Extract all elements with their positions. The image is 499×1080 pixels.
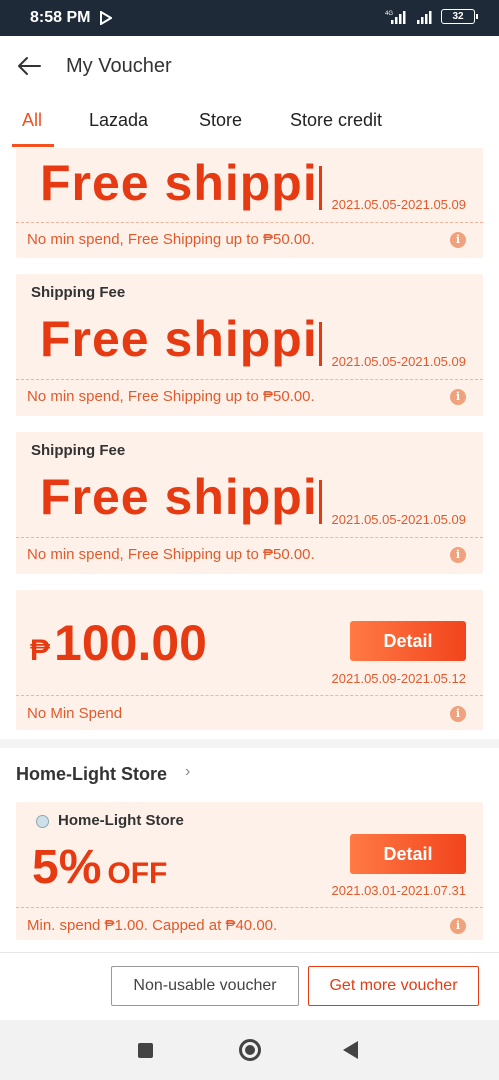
voucher-divider xyxy=(16,907,483,908)
voucher-card[interactable]: Shipping Fee Free shippi 2021.05.05-2021… xyxy=(16,274,483,416)
arrow-left-icon[interactable] xyxy=(14,50,46,82)
voucher-card[interactable]: Shipping Fee Free shippi 2021.05.05-2021… xyxy=(16,432,483,574)
battery-level: 32 xyxy=(452,11,464,22)
page-title: My Voucher xyxy=(66,55,172,77)
bottom-action-bar: Non-usable voucher Get more voucher xyxy=(0,952,499,1020)
voucher-tabs: All Lazada Store Store credit xyxy=(0,96,499,148)
voucher-card[interactable]: ₱100.00 Detail 2021.05.09-2021.05.12 No … xyxy=(16,590,483,730)
system-nav-bar xyxy=(0,1020,499,1080)
chevron-right-icon[interactable]: › xyxy=(185,763,190,781)
voucher-category: Shipping Fee xyxy=(31,284,126,301)
play-store-icon xyxy=(100,11,112,25)
detail-button[interactable]: Detail xyxy=(350,621,466,661)
voucher-divider xyxy=(16,379,483,380)
get-more-voucher-button[interactable]: Get more voucher xyxy=(308,966,479,1006)
voucher-amount: ₱100.00 xyxy=(30,614,207,672)
voucher-date: 2021.05.05-2021.05.09 xyxy=(331,197,466,212)
voucher-date: 2021.05.05-2021.05.09 xyxy=(331,354,466,369)
voucher-title: Free shippi xyxy=(40,155,318,211)
voucher-date: 2021.03.01-2021.07.31 xyxy=(331,883,466,898)
non-usable-voucher-button[interactable]: Non-usable voucher xyxy=(111,966,299,1006)
info-icon[interactable]: i xyxy=(450,389,466,405)
store-logo-icon xyxy=(36,815,49,828)
tab-lazada[interactable]: Lazada xyxy=(89,110,148,131)
network-label: 4G xyxy=(385,11,393,17)
tab-store-credit[interactable]: Store credit xyxy=(290,110,382,131)
home-icon[interactable] xyxy=(239,1039,261,1061)
discount-percent: 5% xyxy=(32,841,102,894)
voucher-description: No min spend, Free Shipping up to ₱50.00… xyxy=(27,388,315,405)
voucher-description: No min spend, Free Shipping up to ₱50.00… xyxy=(27,546,315,563)
voucher-date: 2021.05.09-2021.05.12 xyxy=(331,671,466,686)
amount-value: 100.00 xyxy=(54,615,207,671)
info-icon[interactable]: i xyxy=(450,918,466,934)
currency-symbol: ₱ xyxy=(30,634,51,667)
text-cursor xyxy=(319,480,322,524)
signal-4g-icon: 4G xyxy=(385,10,406,24)
text-cursor xyxy=(319,166,322,210)
voucher-card[interactable]: Free shippi 2021.05.05-2021.05.09 No min… xyxy=(16,148,483,258)
voucher-description: No min spend, Free Shipping up to ₱50.00… xyxy=(27,231,315,248)
store-name: Home-Light Store xyxy=(58,812,184,829)
discount-off: OFF xyxy=(107,857,168,890)
voucher-description: Min. spend ₱1.00. Capped at ₱40.00. xyxy=(27,917,278,934)
app-header: My Voucher xyxy=(0,36,499,96)
voucher-date: 2021.05.05-2021.05.09 xyxy=(331,512,466,527)
voucher-divider xyxy=(16,537,483,538)
store-voucher-card[interactable]: Home-Light Store 5% OFF Detail 2021.03.01… xyxy=(16,802,483,940)
discount-label: 5% OFF xyxy=(32,840,167,895)
battery-icon: 32 xyxy=(441,9,478,24)
detail-button[interactable]: Detail xyxy=(350,834,466,874)
signal-icon xyxy=(417,10,432,24)
voucher-divider xyxy=(16,222,483,223)
info-icon[interactable]: i xyxy=(450,547,466,563)
voucher-list[interactable]: Free shippi 2021.05.05-2021.05.09 No min… xyxy=(0,148,499,952)
tab-store[interactable]: Store xyxy=(199,110,242,131)
status-indicators: 4G 32 xyxy=(385,9,478,24)
status-time: 8:58 PM xyxy=(30,9,91,26)
voucher-title: Free shippi xyxy=(40,469,318,525)
voucher-category: Shipping Fee xyxy=(31,442,126,459)
section-separator xyxy=(0,739,499,748)
status-bar: 8:58 PM 4G 32 xyxy=(0,0,499,36)
voucher-description: No Min Spend xyxy=(27,705,123,722)
voucher-divider xyxy=(16,695,483,696)
text-cursor xyxy=(319,322,322,366)
store-heading[interactable]: Home-Light Store xyxy=(16,764,167,785)
recent-apps-icon[interactable] xyxy=(138,1043,153,1058)
tab-all[interactable]: All xyxy=(22,110,42,131)
info-icon[interactable]: i xyxy=(450,706,466,722)
info-icon[interactable]: i xyxy=(450,232,466,248)
back-triangle-icon[interactable] xyxy=(343,1041,358,1059)
voucher-title: Free shippi xyxy=(40,311,318,367)
active-tab-indicator xyxy=(12,144,54,147)
